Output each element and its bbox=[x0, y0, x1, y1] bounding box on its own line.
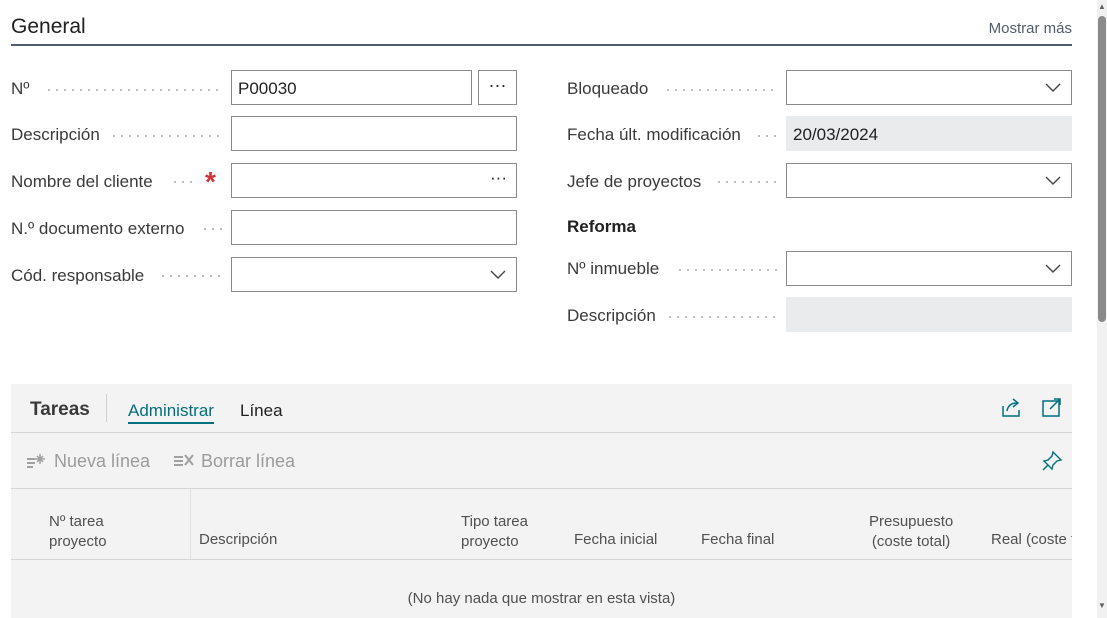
no-input[interactable]: P00030 bbox=[231, 70, 472, 105]
general-section-header: General Mostrar más bbox=[11, 12, 1072, 46]
no-label: Nº bbox=[11, 79, 30, 98]
responsible-code-select[interactable] bbox=[231, 257, 517, 292]
tasks-title: Tareas bbox=[30, 399, 90, 420]
description-label: Descripción bbox=[11, 125, 100, 144]
new-line-button[interactable]: Nueva línea bbox=[26, 451, 150, 472]
no-dots bbox=[45, 89, 223, 91]
blocked-select[interactable] bbox=[786, 70, 1072, 105]
delete-line-label: Borrar línea bbox=[201, 451, 296, 471]
expand-icon[interactable] bbox=[1042, 398, 1062, 423]
property-no-select[interactable] bbox=[786, 251, 1072, 286]
share-icon[interactable] bbox=[1000, 398, 1022, 423]
blocked-label: Bloqueado bbox=[567, 79, 649, 98]
project-manager-select[interactable] bbox=[786, 163, 1072, 198]
tasks-subpage: Tareas Administrar Línea Nueva línea Bor… bbox=[11, 384, 1072, 618]
blocked-dots bbox=[664, 89, 778, 91]
last-modified-dots bbox=[755, 135, 778, 137]
show-more-link[interactable]: Mostrar más bbox=[989, 20, 1072, 37]
tab-manage[interactable]: Administrar bbox=[128, 401, 214, 424]
title-separator bbox=[106, 394, 107, 422]
property-no-label: Nº inmueble bbox=[567, 259, 660, 278]
customer-name-label: Nombre del cliente bbox=[11, 172, 153, 191]
col-header-task-type[interactable]: Tipo tarea proyecto bbox=[461, 512, 528, 552]
chevron-down-icon bbox=[1045, 264, 1061, 273]
page-scrollbar[interactable]: ▲ ▼ bbox=[1097, 0, 1107, 618]
reforma-group-title: Reforma bbox=[567, 217, 636, 236]
project-manager-dots bbox=[715, 181, 778, 183]
external-doc-input[interactable] bbox=[231, 210, 517, 245]
chevron-down-icon bbox=[1045, 176, 1061, 185]
delete-line-button[interactable]: Borrar línea bbox=[173, 451, 295, 472]
col-header-actual[interactable]: Real (coste t bbox=[991, 530, 1072, 550]
scroll-down-arrow[interactable]: ▼ bbox=[1098, 602, 1106, 610]
section-title: General bbox=[11, 15, 86, 38]
no-assist-button[interactable]: ··· bbox=[478, 70, 517, 105]
last-modified-value: 20/03/2024 bbox=[786, 116, 1072, 151]
required-asterisk: * bbox=[205, 166, 216, 197]
toolbar-divider-bottom bbox=[11, 488, 1072, 489]
last-modified-label: Fecha últ. modificación bbox=[567, 125, 741, 144]
tab-line[interactable]: Línea bbox=[240, 401, 283, 421]
external-doc-label: N.º documento externo bbox=[11, 219, 185, 238]
col-header-budget[interactable]: Presupuesto (coste total) bbox=[869, 512, 953, 552]
delete-line-icon bbox=[174, 454, 194, 466]
new-line-icon bbox=[27, 454, 45, 468]
col-header-end-date[interactable]: Fecha final bbox=[701, 530, 774, 550]
col-header-task-no[interactable]: Nº tarea proyecto bbox=[49, 512, 107, 552]
description-input[interactable] bbox=[231, 116, 517, 151]
col-header-description[interactable]: Descripción bbox=[199, 530, 277, 550]
chevron-down-icon bbox=[490, 270, 506, 279]
col-header-task-type-line2: proyecto bbox=[461, 533, 519, 550]
new-line-label: Nueva línea bbox=[54, 451, 151, 471]
column-separator bbox=[190, 489, 191, 559]
col-header-start-date[interactable]: Fecha inicial bbox=[574, 530, 657, 550]
col-header-budget-line1: Presupuesto bbox=[869, 513, 954, 530]
property-description-dots bbox=[666, 316, 778, 318]
toolbar-divider-top bbox=[11, 432, 1072, 433]
scroll-up-arrow[interactable]: ▲ bbox=[1098, 3, 1106, 11]
description-dots bbox=[110, 135, 223, 137]
responsible-code-label: Cód. responsable bbox=[11, 266, 145, 285]
customer-name-input[interactable]: ··· bbox=[231, 163, 517, 198]
external-doc-dots bbox=[201, 228, 223, 230]
col-header-budget-line2: (coste total) bbox=[871, 533, 951, 550]
col-header-task-type-line1: Tipo tarea bbox=[461, 513, 528, 530]
col-header-task-no-line1: Nº tarea bbox=[49, 513, 104, 530]
chevron-down-icon bbox=[1045, 83, 1061, 92]
customer-dots bbox=[171, 181, 197, 183]
col-header-task-no-line2: proyecto bbox=[49, 533, 107, 550]
property-no-dots bbox=[676, 269, 778, 271]
property-description-label: Descripción bbox=[567, 306, 656, 325]
responsible-dots bbox=[159, 275, 223, 277]
project-manager-label: Jefe de proyectos bbox=[567, 172, 702, 191]
pin-icon[interactable] bbox=[1041, 450, 1063, 477]
property-description-value bbox=[786, 297, 1072, 332]
empty-state-message: (No hay nada que mostrar en esta vista) bbox=[407, 590, 676, 607]
customer-assist-button[interactable]: ··· bbox=[490, 168, 507, 188]
header-divider bbox=[11, 559, 1072, 560]
scroll-thumb[interactable] bbox=[1098, 16, 1106, 322]
